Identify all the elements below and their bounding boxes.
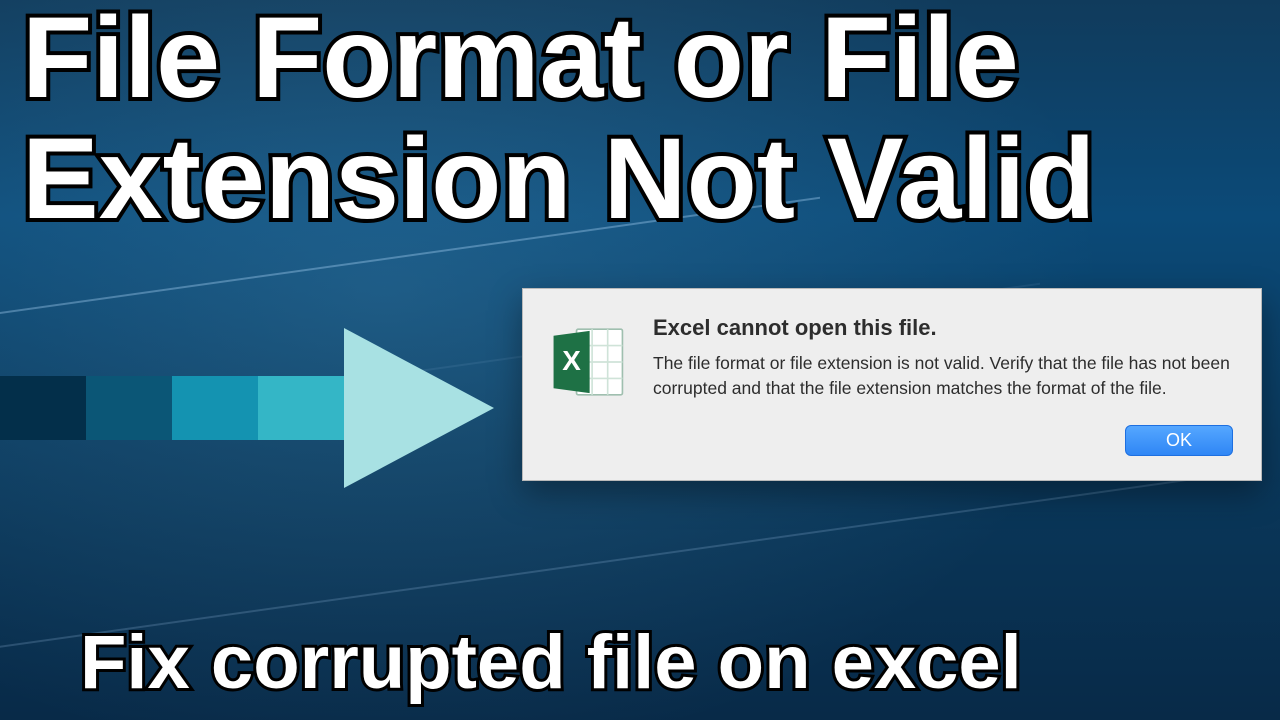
excel-icon: X [545,315,631,403]
sub-headline: Fix corrupted file on excel [80,619,1260,706]
arrow-segment [86,376,172,440]
dialog-title: Excel cannot open this file. [653,315,1231,341]
headline-line1: File Format or File [22,0,1019,122]
dialog-actions: OK [523,425,1261,480]
ok-button[interactable]: OK [1125,425,1233,456]
dialog-body: X Excel cannot open this file. The file … [523,289,1261,425]
headline-text: File Format or File Extension Not Valid [22,0,1258,240]
arrow-head [344,328,494,488]
dialog-message: The file format or file extension is not… [653,351,1231,402]
arrow-segment [172,376,258,440]
arrow-segment [0,376,86,440]
arrow-icon [0,328,520,488]
arrow-tail [0,376,344,440]
arrow-segment [258,376,344,440]
headline-line2: Extension Not Valid [22,115,1096,243]
error-dialog: X Excel cannot open this file. The file … [522,288,1262,481]
thumbnail-stage: File Format or File Extension Not Valid [0,0,1280,720]
dialog-message-area: Excel cannot open this file. The file fo… [653,315,1231,402]
svg-text:X: X [562,345,581,376]
